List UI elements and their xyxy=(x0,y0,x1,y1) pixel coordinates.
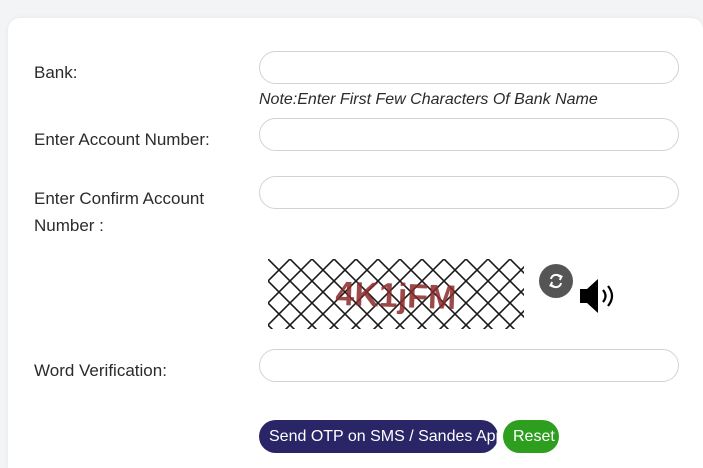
audio-captcha-button[interactable] xyxy=(578,276,624,316)
bank-note: Note:Enter First Few Characters Of Bank … xyxy=(259,91,598,108)
confirm-account-label-line1: Enter Confirm Account xyxy=(34,189,205,208)
word-verification-input[interactable] xyxy=(259,349,679,382)
reset-button[interactable]: Reset xyxy=(503,420,559,453)
captcha-text: 4K1jFM xyxy=(335,275,457,317)
bank-input[interactable] xyxy=(259,51,679,84)
confirm-account-label-line2: Number : xyxy=(34,216,104,235)
captcha-image: 4K1jFM xyxy=(268,259,524,329)
refresh-captcha-button[interactable] xyxy=(539,264,573,298)
send-otp-button[interactable]: Send OTP on SMS / Sandes App xyxy=(259,420,504,453)
confirm-account-input[interactable] xyxy=(259,176,679,209)
account-number-label: Enter Account Number: xyxy=(34,130,210,149)
form-card xyxy=(8,18,703,468)
captcha-graphic: 4K1jFM xyxy=(268,259,524,329)
refresh-icon xyxy=(549,273,563,289)
speaker-icon xyxy=(580,279,614,313)
account-number-input[interactable] xyxy=(259,118,679,151)
word-verification-label: Word Verification: xyxy=(34,361,167,380)
bank-label: Bank: xyxy=(34,63,78,82)
